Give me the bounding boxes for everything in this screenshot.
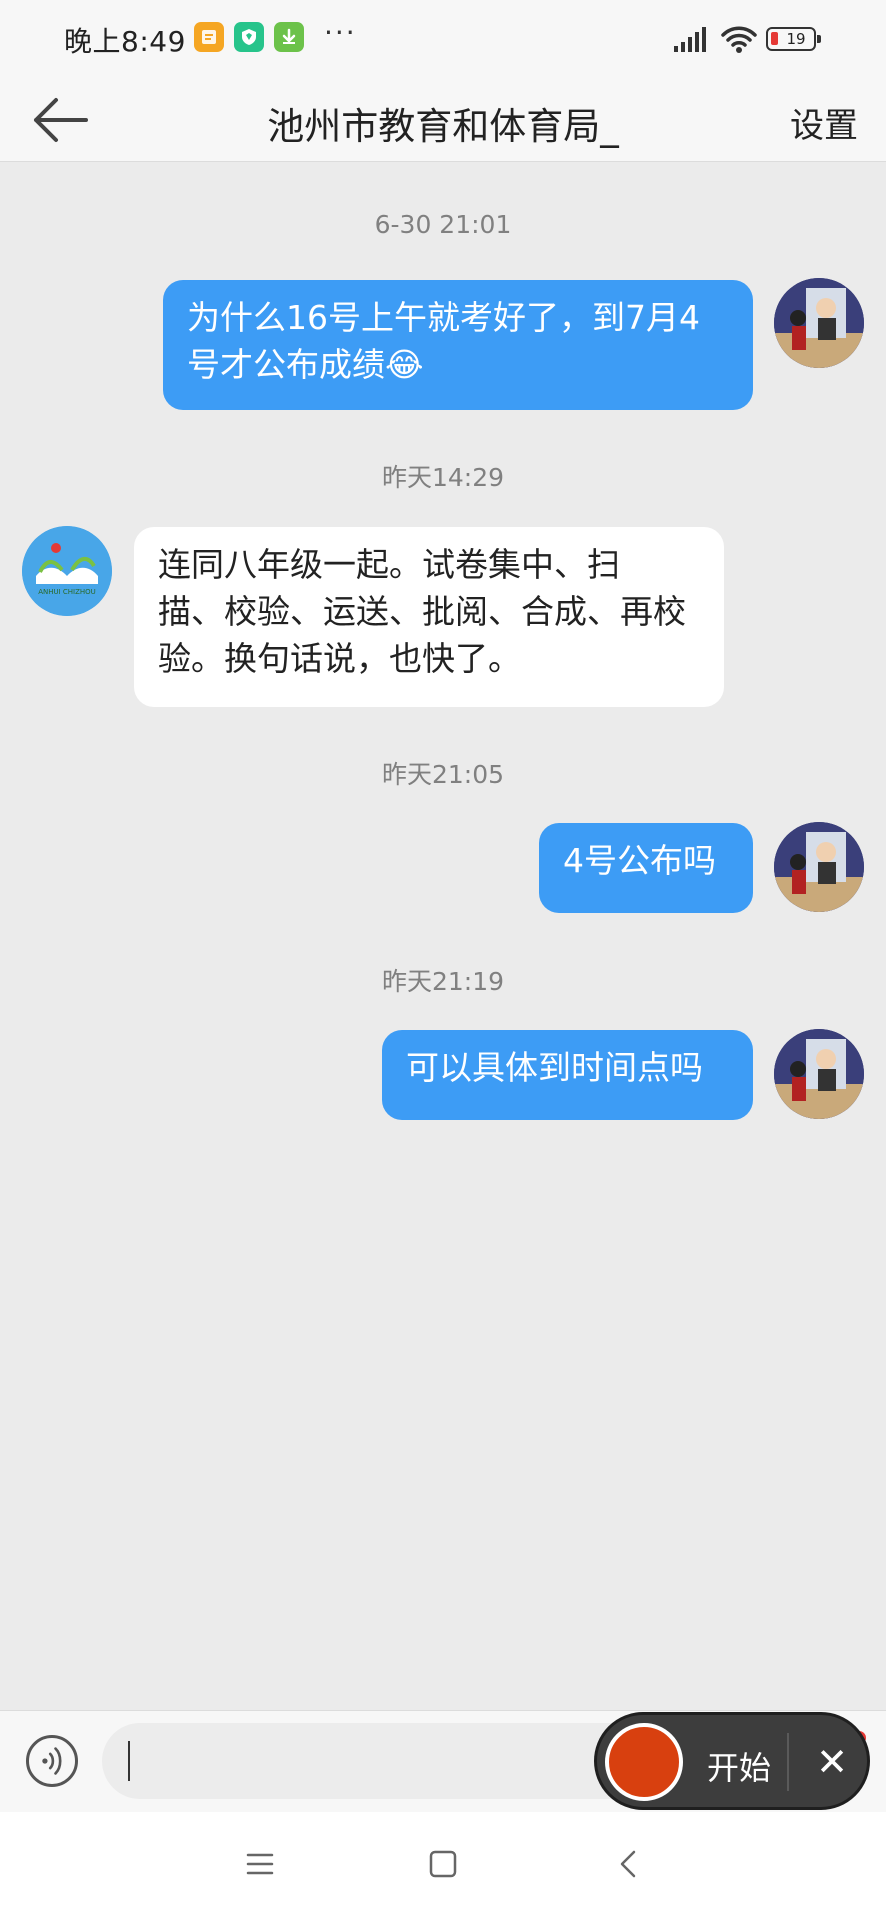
home-icon[interactable] xyxy=(421,1842,465,1886)
message-line: 号才公布成绩😂 xyxy=(187,345,424,384)
message-timestamp: 昨天14:29 xyxy=(381,463,505,492)
outgoing-message-bubble[interactable]: 可以具体到时间点吗 xyxy=(382,1030,753,1120)
user-avatar-image xyxy=(774,822,864,912)
signal-icon xyxy=(674,27,706,52)
bureau-logo-icon: ANHUI CHIZHOU xyxy=(22,526,112,616)
user-avatar-image xyxy=(774,278,864,368)
more-notifications-icon: ··· xyxy=(324,16,357,49)
close-icon[interactable]: ✕ xyxy=(807,1737,857,1787)
status-bar: 晚上8:49 ··· 19 xyxy=(0,0,886,78)
bureau-avatar[interactable]: ANHUI CHIZHOU xyxy=(22,526,112,616)
voice-input-icon[interactable] xyxy=(26,1735,78,1787)
message-line: 验。换句话说，也快了。 xyxy=(158,639,521,678)
battery-indicator: 19 xyxy=(766,27,821,51)
download-app-icon xyxy=(274,22,304,52)
status-time: 晚上8:49 xyxy=(64,25,186,58)
message-line: 连同八年级一起。试卷集中、扫 xyxy=(158,545,620,584)
message-timestamp: 昨天21:05 xyxy=(381,760,505,789)
message-timestamp: 昨天21:19 xyxy=(381,967,505,996)
user-avatar[interactable] xyxy=(774,822,864,912)
message-line: 4号公布吗 xyxy=(563,841,716,880)
battery-level: 19 xyxy=(786,30,806,48)
user-avatar-image xyxy=(774,1029,864,1119)
message-timestamp: 6-30 21:01 xyxy=(374,210,512,239)
screen-recorder-widget: 开始 ✕ xyxy=(594,1712,870,1810)
incoming-message-bubble[interactable]: 连同八年级一起。试卷集中、扫 描、校验、运送、批阅、合成、再校 验。换句话说，也… xyxy=(134,527,724,707)
record-start-label[interactable]: 开始 xyxy=(707,1743,771,1789)
text-cursor xyxy=(128,1741,130,1781)
chat-title: 池州市教育和体育局_ xyxy=(267,105,619,148)
menu-icon[interactable] xyxy=(238,1842,282,1886)
chat-header: 池州市教育和体育局_ 设置 xyxy=(0,78,886,162)
bureau-logo-text: ANHUI CHIZHOU xyxy=(38,588,96,596)
outgoing-message-bubble[interactable]: 为什么16号上午就考好了，到7月4 号才公布成绩😂 xyxy=(163,280,753,410)
settings-button[interactable]: 设置 xyxy=(790,98,858,147)
notes-app-icon xyxy=(194,22,224,52)
outgoing-message-bubble[interactable]: 4号公布吗 xyxy=(539,823,753,913)
message-input[interactable] xyxy=(102,1723,662,1799)
user-avatar[interactable] xyxy=(774,1029,864,1119)
chat-screen: 晚上8:49 ··· 19 池州市教育和体育局_ 设置 6-30 21:01 为… xyxy=(0,0,886,1920)
wifi-icon xyxy=(721,26,757,53)
record-button[interactable] xyxy=(605,1723,683,1801)
user-avatar[interactable] xyxy=(774,278,864,368)
back-icon[interactable] xyxy=(608,1842,652,1886)
system-navigation-bar xyxy=(0,1812,886,1920)
message-line: 为什么16号上午就考好了，到7月4 xyxy=(187,298,700,337)
recorder-divider xyxy=(787,1733,789,1791)
shield-app-icon xyxy=(234,22,264,52)
message-line: 描、校验、运送、批阅、合成、再校 xyxy=(158,592,686,631)
message-line: 可以具体到时间点吗 xyxy=(406,1048,703,1087)
